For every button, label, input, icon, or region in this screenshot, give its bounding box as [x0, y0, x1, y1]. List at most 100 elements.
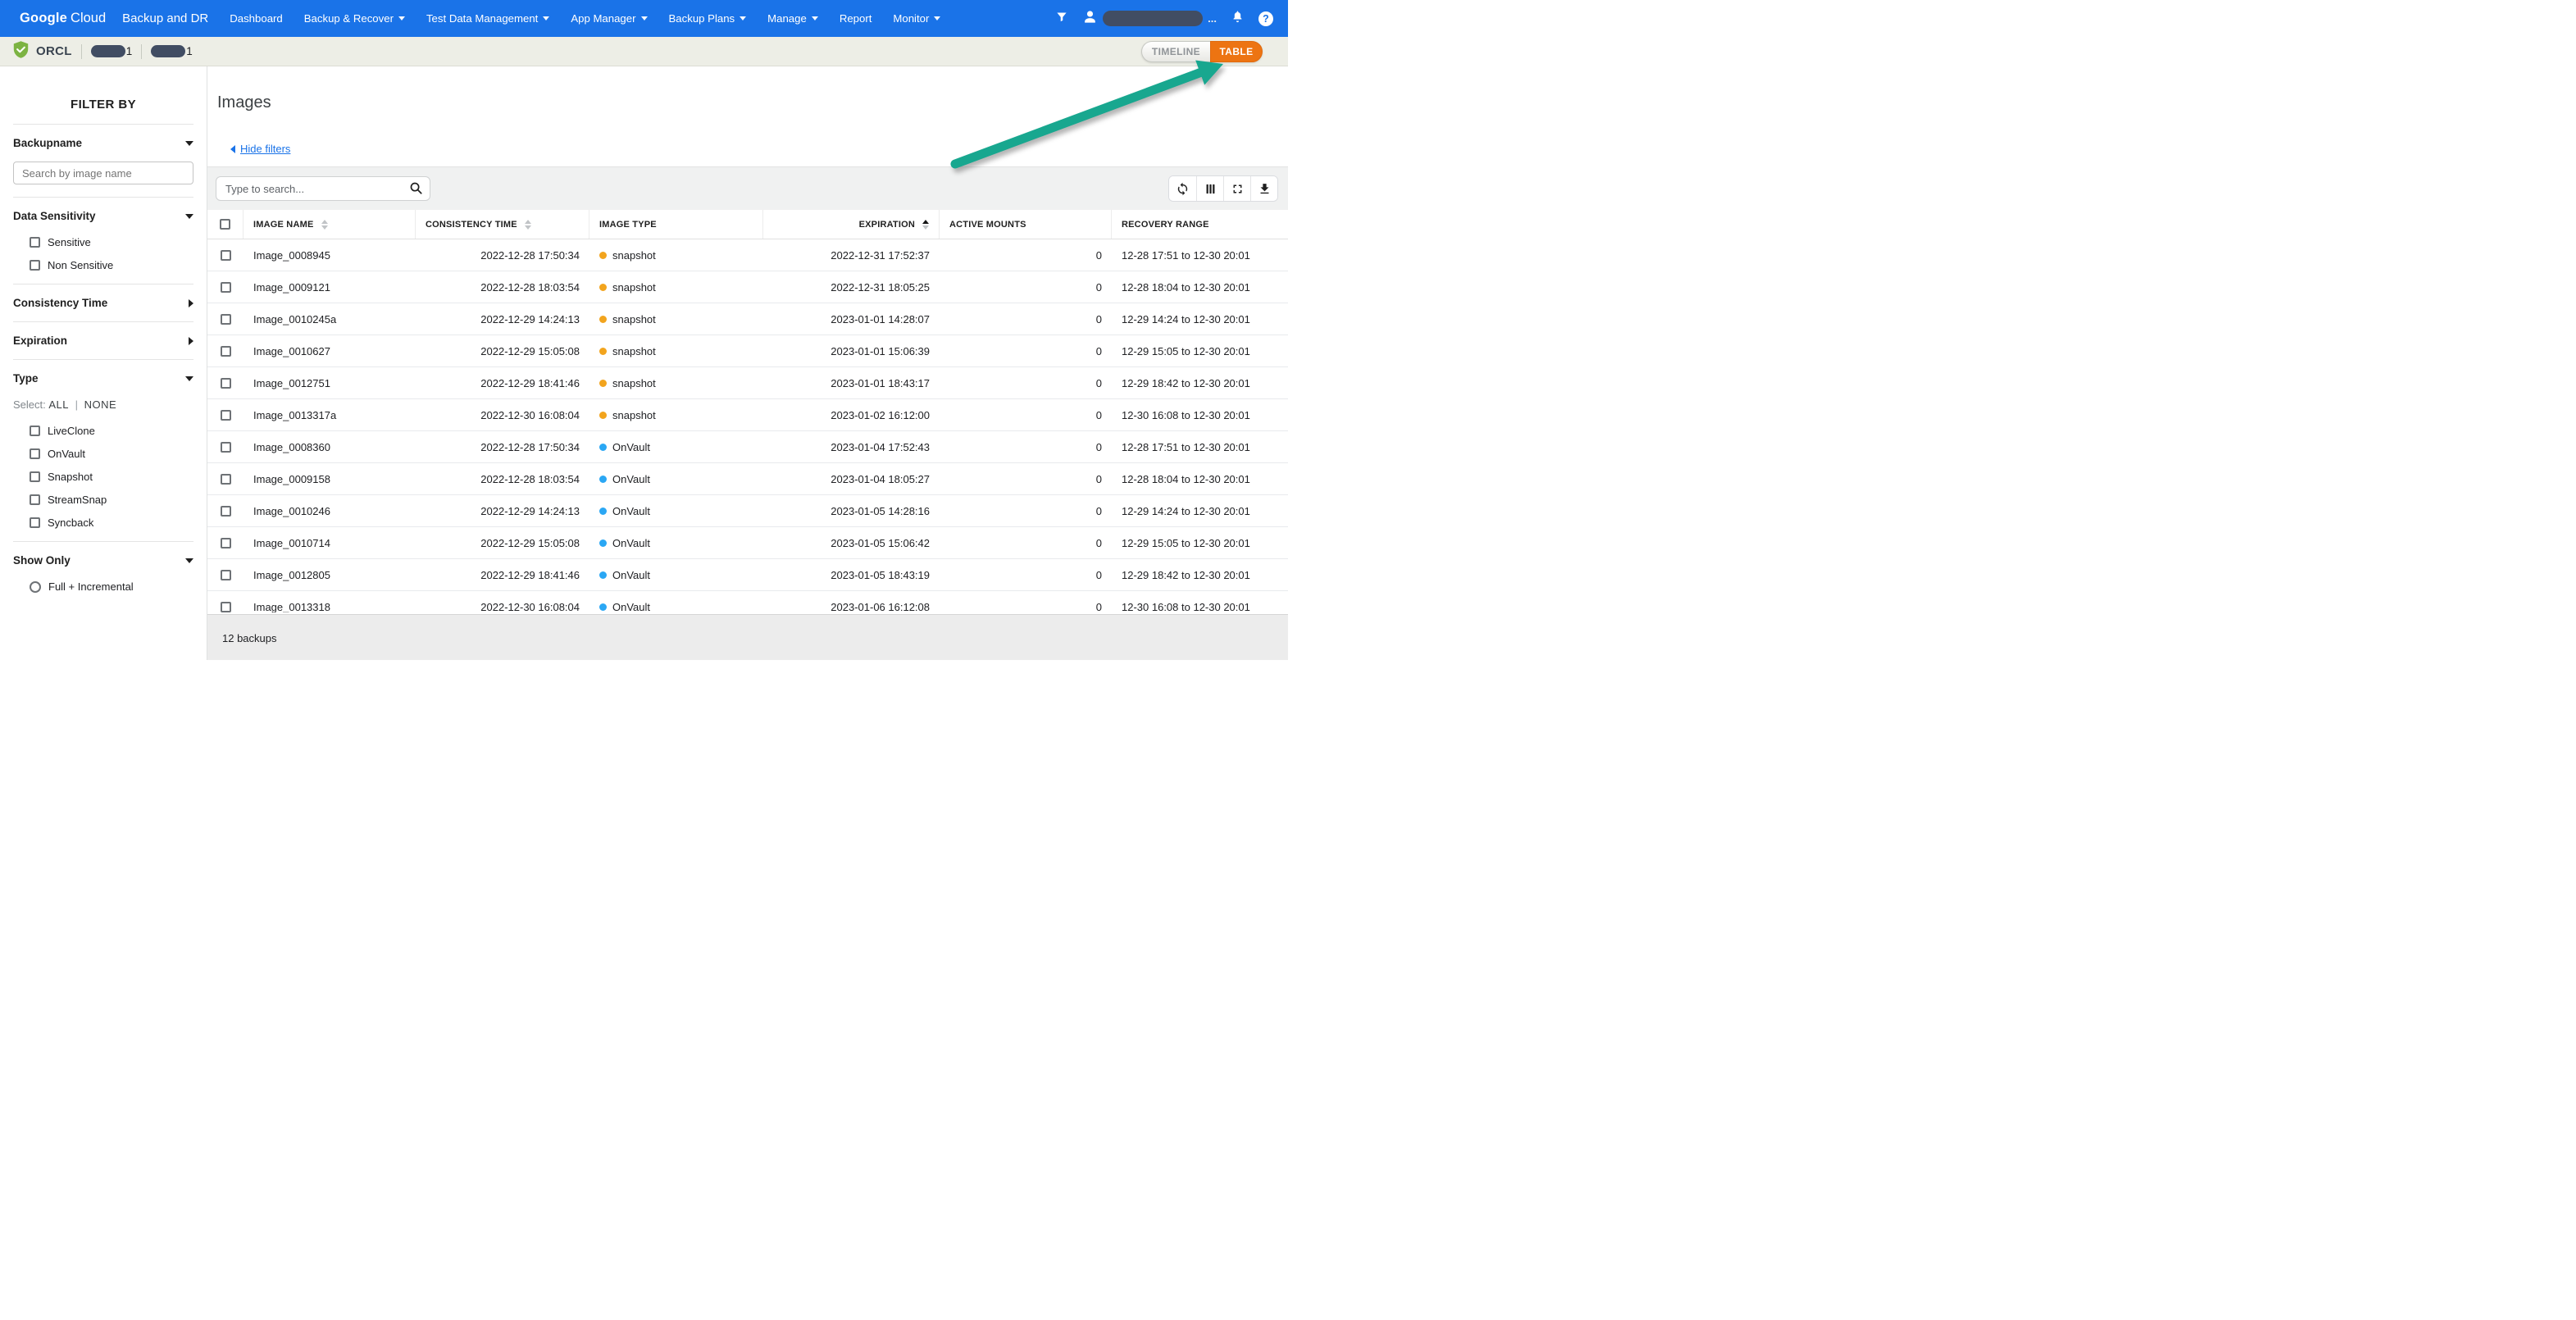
select-all-link[interactable]: ALL [48, 398, 69, 411]
row-checkbox[interactable] [220, 313, 231, 325]
checkbox-streamsnap[interactable] [30, 494, 40, 505]
filter-section-type[interactable]: Type [0, 372, 207, 385]
nav-item-test-data-management[interactable]: Test Data Management [426, 12, 550, 25]
table-row[interactable]: Image_0010714 2022-12-29 15:05:08 OnVault 2… [207, 527, 1288, 559]
sensitivity-option-non-sensitive[interactable]: Non Sensitive [30, 259, 207, 271]
column-header-active_mounts[interactable]: ACTIVE MOUNTS [940, 210, 1112, 239]
google-cloud-logo[interactable]: Google Cloud [20, 11, 106, 26]
cell-expiration: 2023-01-01 14:28:07 [831, 312, 930, 325]
section-label: Type [13, 372, 39, 385]
table-row[interactable]: Image_0012805 2022-12-29 18:41:46 OnVault 2… [207, 559, 1288, 591]
table-row[interactable]: Image_0009121 2022-12-28 18:03:54 snapshot… [207, 271, 1288, 303]
columns-icon[interactable] [1196, 176, 1223, 201]
type-option-streamsnap[interactable]: StreamSnap [30, 494, 207, 506]
type-option-snapshot[interactable]: Snapshot [30, 471, 207, 483]
sensitivity-option-sensitive[interactable]: Sensitive [30, 236, 207, 248]
hide-filters-link[interactable]: Hide filters [230, 143, 290, 155]
table-row[interactable]: Image_0013318 2022-12-30 16:08:04 OnVault 2… [207, 591, 1288, 612]
section-label: Show Only [13, 554, 71, 567]
nav-item-manage[interactable]: Manage [767, 12, 818, 25]
timeline-view-button[interactable]: TIMELINE [1141, 40, 1210, 62]
checkbox-sensitive[interactable] [30, 237, 40, 248]
table-view-button[interactable]: TABLE [1210, 40, 1263, 62]
cell-active-mounts: 0 [1095, 312, 1102, 325]
type-option-liveclone[interactable]: LiveClone [30, 425, 207, 437]
column-header-image_name[interactable]: IMAGE NAME [243, 210, 416, 239]
download-icon[interactable] [1250, 176, 1277, 201]
image-type-dot [599, 347, 607, 355]
nav-item-monitor[interactable]: Monitor [893, 12, 941, 25]
chevron-down-icon [543, 16, 550, 20]
filter-section-backupname[interactable]: Backupname [0, 137, 207, 149]
image-type-dot [599, 283, 607, 291]
row-checkbox[interactable] [220, 377, 231, 389]
table-row[interactable]: Image_0010245a 2022-12-29 14:24:13 snapsho… [207, 303, 1288, 335]
nav-item-backup-recover[interactable]: Backup & Recover [304, 12, 405, 25]
nav-item-app-manager[interactable]: App Manager [571, 12, 648, 25]
table-row[interactable]: Image_0013317a 2022-12-30 16:08:04 snapsho… [207, 399, 1288, 431]
table-row[interactable]: Image_0012751 2022-12-29 18:41:46 snapshot… [207, 367, 1288, 399]
cell-select [207, 409, 243, 421]
row-checkbox[interactable] [220, 409, 231, 421]
sort-icon [321, 219, 328, 230]
column-header-recovery_range[interactable]: RECOVERY RANGE [1112, 210, 1288, 239]
table-row[interactable]: Image_0009158 2022-12-28 18:03:54 OnVault 2… [207, 463, 1288, 495]
backup-count: 12 backups [222, 632, 277, 644]
filter-section-expiration[interactable]: Expiration [0, 335, 207, 347]
row-checkbox[interactable] [220, 345, 231, 357]
filter-section-consistency-time[interactable]: Consistency Time [0, 297, 207, 309]
column-header-consistency_time[interactable]: CONSISTENCY TIME [416, 210, 589, 239]
refresh-icon[interactable] [1169, 176, 1196, 201]
cell-expiration: 2023-01-05 14:28:16 [831, 504, 930, 517]
table-row[interactable]: Image_0010246 2022-12-29 14:24:13 OnVault 2… [207, 495, 1288, 527]
table-search-input[interactable] [216, 176, 430, 201]
select-all-checkbox[interactable] [220, 219, 230, 230]
cell-image-name: Image_0012751 [253, 376, 330, 389]
table-panel: IMAGE NAME CONSISTENCY TIME IMAGE TYPE EXPI… [207, 166, 1288, 612]
radio-full-incremental[interactable] [30, 580, 41, 593]
user-menu[interactable]: ... [1082, 9, 1217, 29]
cell-active-mounts: 0 [1095, 568, 1102, 581]
row-checkbox[interactable] [220, 601, 231, 612]
nav-item-backup-plans[interactable]: Backup Plans [669, 12, 747, 25]
checkbox-snapshot[interactable] [30, 471, 40, 482]
row-checkbox[interactable] [220, 473, 231, 485]
row-checkbox[interactable] [220, 281, 231, 293]
checkbox-syncback[interactable] [30, 517, 40, 528]
backupname-search-input[interactable] [13, 162, 193, 184]
row-checkbox[interactable] [220, 441, 231, 453]
checkbox-non-sensitive[interactable] [30, 260, 40, 271]
filter-section-show-only[interactable]: Show Only [0, 554, 207, 567]
column-header-image_type[interactable]: IMAGE TYPE [589, 210, 763, 239]
checkbox-liveclone[interactable] [30, 426, 40, 436]
content: FILTER BY Backupname Data Sensitivity Se… [0, 66, 1288, 660]
cell-image-name: Image_0008360 [253, 440, 330, 453]
column-header-select[interactable] [207, 210, 243, 239]
table-row[interactable]: Image_0008360 2022-12-28 17:50:34 OnVault 2… [207, 431, 1288, 463]
cell-select [207, 281, 243, 293]
filter-icon[interactable] [1055, 11, 1068, 27]
help-icon[interactable]: ? [1258, 11, 1273, 26]
row-checkbox[interactable] [220, 537, 231, 548]
row-checkbox[interactable] [220, 569, 231, 580]
nav-item-report[interactable]: Report [840, 12, 872, 25]
row-checkbox[interactable] [220, 249, 231, 261]
checkbox-onvault[interactable] [30, 448, 40, 459]
user-icon [1082, 9, 1098, 29]
column-header-expiration[interactable]: EXPIRATION [763, 210, 940, 239]
table-header-row: IMAGE NAME CONSISTENCY TIME IMAGE TYPE EXPI… [207, 210, 1288, 239]
nav-item-dashboard[interactable]: Dashboard [230, 12, 283, 25]
filter-section-data-sensitivity[interactable]: Data Sensitivity [0, 210, 207, 222]
notifications-icon[interactable] [1231, 9, 1245, 28]
row-checkbox[interactable] [220, 505, 231, 517]
option-label: Snapshot [48, 471, 93, 483]
select-none-link[interactable]: NONE [84, 398, 117, 411]
type-option-onvault[interactable]: OnVault [30, 448, 207, 460]
table-row[interactable]: Image_0008945 2022-12-28 17:50:34 snapshot… [207, 239, 1288, 271]
radio-option-full-incremental[interactable]: Full + Incremental [30, 580, 207, 593]
type-options: LiveClone OnVault Snapshot StreamSnap Syncba… [0, 425, 207, 529]
table-row[interactable]: Image_0010627 2022-12-29 15:05:08 snapshot… [207, 335, 1288, 367]
brand: Google Cloud Backup and DR [20, 11, 208, 26]
type-option-syncback[interactable]: Syncback [30, 517, 207, 529]
fullscreen-icon[interactable] [1223, 176, 1250, 201]
